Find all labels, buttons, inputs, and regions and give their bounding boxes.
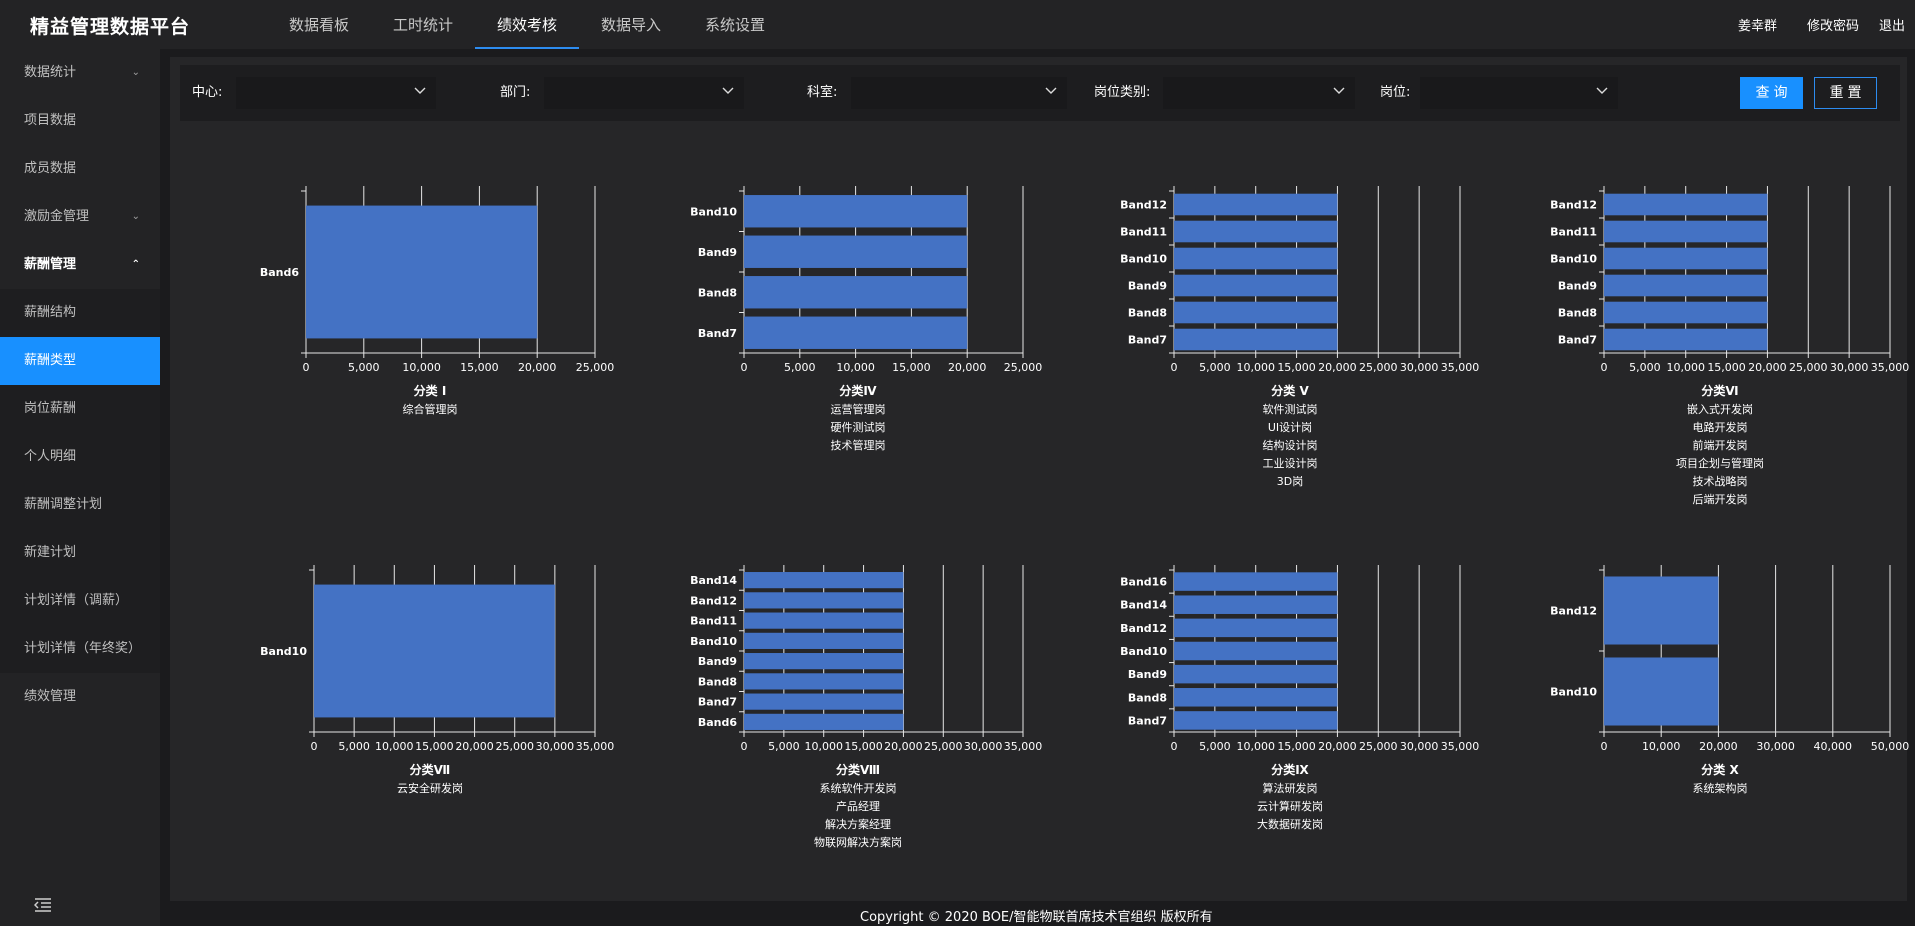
sidebar-item-personal-detail[interactable]: 个人明细	[0, 433, 160, 481]
sidebar-item-incentive[interactable]: 激励金管理 ⌄	[0, 193, 160, 241]
menu-collapse-icon[interactable]	[34, 898, 52, 912]
sidebar-item-label: 成员数据	[24, 161, 77, 176]
sidebar-item-label: 激励金管理	[24, 209, 90, 224]
change-password-link[interactable]: 修改密码	[1807, 15, 1859, 34]
main-nav: 数据看板 工时统计 绩效考核 数据导入 系统设置	[267, 0, 787, 49]
sidebar-item-label: 计划详情（调薪）	[24, 593, 129, 608]
sidebar-item-member-data[interactable]: 成员数据	[0, 145, 160, 193]
query-button[interactable]: 查询	[1740, 77, 1803, 109]
sidebar-item-salary-type[interactable]: 薪酬类型	[0, 337, 160, 385]
sidebar-item-plan-detail-bonus[interactable]: 计划详情（年终奖）	[0, 625, 160, 673]
footer-copyright: Copyright © 2020 BOE/智能物联首席技术官组织 版权所有	[860, 910, 1213, 925]
sidebar: 数据统计 ⌄ 项目数据 成员数据 激励金管理 ⌄ 薪酬管理 ⌃ 薪酬结构 薪酬类…	[0, 49, 160, 926]
tab-work-hours[interactable]: 工时统计	[371, 0, 475, 49]
chevron-down-icon	[1596, 87, 1608, 94]
dept-label: 部门:	[500, 85, 531, 100]
section-label: 科室:	[807, 85, 838, 100]
sidebar-item-performance-management[interactable]: 绩效管理	[0, 673, 160, 721]
sidebar-item-label: 薪酬管理	[24, 257, 77, 272]
job-category-select[interactable]	[1163, 77, 1355, 109]
chevron-down-icon	[1333, 87, 1345, 94]
sidebar-item-salary-structure[interactable]: 薪酬结构	[0, 289, 160, 337]
center-select[interactable]	[236, 77, 436, 109]
sidebar-item-plan-detail-raise[interactable]: 计划详情（调薪）	[0, 577, 160, 625]
sidebar-item-label: 薪酬类型	[24, 353, 77, 368]
section-select[interactable]	[851, 77, 1067, 109]
sidebar-item-label: 个人明细	[24, 449, 77, 464]
tab-dashboard[interactable]: 数据看板	[267, 0, 371, 49]
sidebar-item-label: 计划详情（年终奖）	[24, 641, 142, 656]
user-area: 姜幸群 修改密码 退出	[1738, 0, 1905, 49]
chevron-down-icon	[722, 87, 734, 94]
tab-data-import[interactable]: 数据导入	[579, 0, 683, 49]
sidebar-item-label: 岗位薪酬	[24, 401, 77, 416]
tab-settings[interactable]: 系统设置	[683, 0, 787, 49]
sidebar-item-job-salary[interactable]: 岗位薪酬	[0, 385, 160, 433]
sidebar-item-label: 新建计划	[24, 545, 77, 560]
chevron-down-icon: ⌄	[131, 211, 140, 222]
sidebar-item-salary-plan[interactable]: 薪酬调整计划	[0, 481, 160, 529]
job-label: 岗位:	[1380, 85, 1411, 100]
main-panel: 中心: 部门: 科室: 岗位类别: 岗位: 查询 重置	[170, 57, 1907, 901]
chevron-down-icon	[1045, 87, 1057, 94]
job-category-label: 岗位类别:	[1094, 85, 1151, 100]
sidebar-item-data-stats[interactable]: 数据统计 ⌄	[0, 49, 160, 97]
top-bar: 精益管理数据平台 数据看板 工时统计 绩效考核 数据导入 系统设置 姜幸群 修改…	[0, 0, 1915, 49]
filter-bar: 中心: 部门: 科室: 岗位类别: 岗位: 查询 重置	[180, 65, 1900, 121]
tab-performance[interactable]: 绩效考核	[475, 0, 579, 49]
user-name[interactable]: 姜幸群	[1738, 15, 1777, 34]
reset-button[interactable]: 重置	[1814, 77, 1877, 109]
sidebar-item-project-data[interactable]: 项目数据	[0, 97, 160, 145]
center-label: 中心:	[192, 85, 223, 100]
chevron-up-icon: ⌃	[131, 259, 140, 270]
app-title: 精益管理数据平台	[30, 16, 191, 38]
sidebar-item-label: 项目数据	[24, 113, 77, 128]
sidebar-item-label: 薪酬调整计划	[24, 497, 103, 512]
logout-link[interactable]: 退出	[1879, 15, 1905, 34]
sidebar-item-label: 绩效管理	[24, 689, 77, 704]
sidebar-item-label: 薪酬结构	[24, 305, 77, 320]
chevron-down-icon	[414, 87, 426, 94]
sidebar-item-salary-management[interactable]: 薪酬管理 ⌃	[0, 241, 160, 289]
chevron-down-icon: ⌄	[131, 67, 140, 78]
sidebar-item-new-plan[interactable]: 新建计划	[0, 529, 160, 577]
sidebar-item-label: 数据统计	[24, 65, 77, 80]
dept-select[interactable]	[544, 77, 744, 109]
job-select[interactable]	[1420, 77, 1618, 109]
